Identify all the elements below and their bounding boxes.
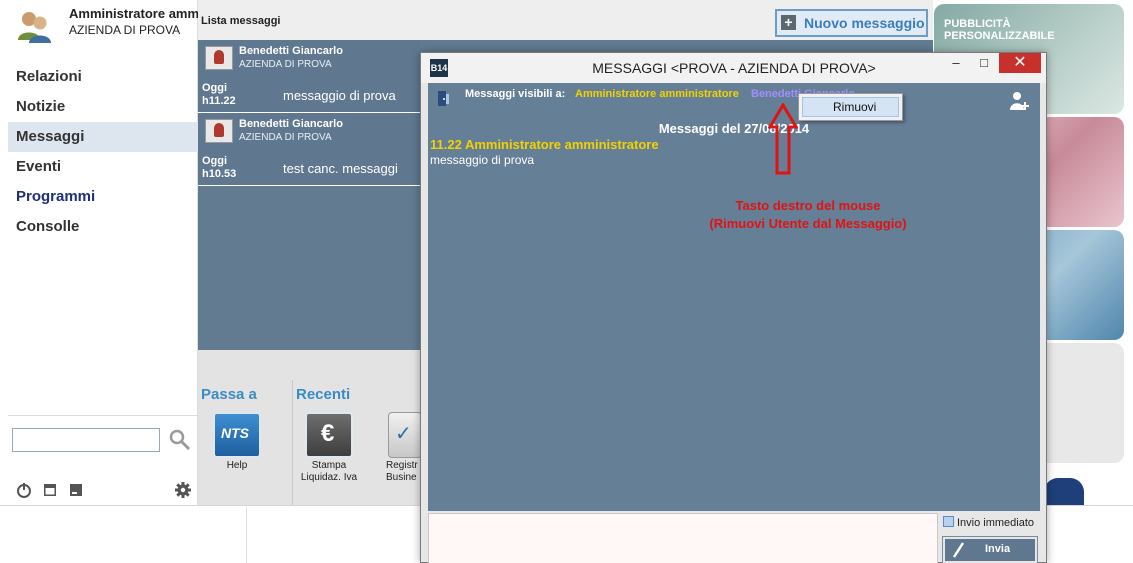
user-company: AZIENDA DI PROVA bbox=[69, 23, 181, 37]
message-text: messaggio di prova bbox=[283, 88, 396, 103]
annotation-line-1: Tasto destro del mouse bbox=[735, 198, 881, 213]
plus-icon: + bbox=[781, 15, 796, 30]
users-icon bbox=[18, 12, 51, 43]
compose-textarea[interactable] bbox=[428, 513, 938, 563]
power-icon[interactable] bbox=[16, 482, 32, 498]
gear-icon[interactable] bbox=[174, 481, 192, 499]
maximize-button[interactable]: □ bbox=[970, 53, 998, 73]
section-divider bbox=[292, 380, 293, 505]
recipients-bar: Messaggi visibili a: Amministratore ammi… bbox=[428, 83, 1040, 113]
sidebar: Amministratore amm AZIENDA DI PROVA Rela… bbox=[8, 0, 198, 505]
message-company: AZIENDA DI PROVA bbox=[239, 59, 332, 70]
immediate-send-label: Invio immediato bbox=[957, 517, 1035, 529]
annotation-note: Tasto destro del mouse (Rimuovi Utente d… bbox=[628, 197, 988, 233]
list-item[interactable]: Benedetti Giancarlo AZIENDA DI PROVA Ogg… bbox=[198, 113, 420, 186]
dialog-body: Messaggi visibili a: Amministratore ammi… bbox=[428, 83, 1040, 511]
nav-item-eventi[interactable]: Eventi bbox=[8, 152, 198, 182]
minimize-button[interactable]: – bbox=[942, 53, 970, 73]
nav-item-notizie[interactable]: Notizie bbox=[8, 92, 198, 122]
main-nav: Relazioni Notizie Messaggi Eventi Progra… bbox=[8, 62, 198, 242]
status-divider-vertical bbox=[246, 505, 247, 563]
nav-item-relazioni[interactable]: Relazioni bbox=[8, 62, 198, 92]
ad-title: PUBBLICITÀ PERSONALIZZABILE bbox=[944, 18, 1055, 42]
immediate-send-checkbox[interactable]: Invio immediato bbox=[943, 516, 1034, 529]
checkbox[interactable] bbox=[943, 516, 954, 527]
nav-item-programmi[interactable]: Programmi bbox=[8, 182, 198, 212]
list-item[interactable]: Benedetti Giancarlo AZIENDA DI PROVA Ogg… bbox=[198, 40, 420, 113]
user-block: Amministratore amm AZIENDA DI PROVA bbox=[8, 0, 198, 52]
recipients-label: Messaggi visibili a: bbox=[465, 88, 566, 100]
pen-icon bbox=[952, 542, 965, 558]
tile-label: Registr Busine bbox=[386, 460, 418, 483]
message-sender: Benedetti Giancarlo bbox=[239, 118, 343, 130]
sidebar-footer-icons bbox=[16, 482, 192, 500]
message-icon bbox=[205, 46, 233, 70]
message-time: h11.22 bbox=[202, 95, 236, 107]
dialog-titlebar[interactable]: B14 MESSAGGI <PROVA - AZIENDA DI PROVA> … bbox=[421, 53, 1046, 83]
message-sender: Benedetti Giancarlo bbox=[239, 45, 343, 57]
app-window: Amministratore amm AZIENDA DI PROVA Rela… bbox=[0, 0, 1133, 563]
search-input[interactable] bbox=[12, 428, 160, 452]
message-time: h10.53 bbox=[202, 168, 237, 180]
logo-fragment bbox=[1044, 478, 1084, 505]
list-header: Lista messaggi + Nuovo messaggio bbox=[198, 0, 933, 40]
app-icon: B14 bbox=[430, 59, 448, 77]
passa-a-title: Passa a bbox=[201, 386, 257, 403]
calendar-icon[interactable] bbox=[42, 482, 58, 498]
tile-label: Stampa Liquidaz. Iva bbox=[300, 460, 358, 483]
dialog-title: MESSAGGI <PROVA - AZIENDA DI PROVA> bbox=[592, 60, 876, 76]
tile-stampa-liquidaz-iva[interactable]: € Stampa Liquidaz. Iva bbox=[294, 412, 364, 484]
message-text: test canc. messaggi bbox=[283, 161, 398, 176]
user-name: Amministratore amm bbox=[69, 6, 198, 21]
close-button[interactable]: ✕ bbox=[999, 53, 1041, 73]
door-icon[interactable] bbox=[433, 88, 453, 108]
message-title: 11.22 Amministratore amministratore bbox=[430, 137, 659, 152]
send-label: Invia bbox=[985, 543, 1011, 555]
add-user-icon[interactable] bbox=[1008, 90, 1030, 112]
nts-icon: NTS bbox=[213, 412, 261, 458]
annotation-line-2: (Rimuovi Utente dal Messaggio) bbox=[709, 216, 907, 231]
message-icon bbox=[205, 119, 233, 143]
recipient-admin[interactable]: Amministratore amministratore bbox=[575, 88, 739, 100]
new-message-button[interactable]: + Nuovo messaggio bbox=[775, 9, 928, 37]
tile-help[interactable]: NTS Help bbox=[202, 412, 272, 472]
nav-item-consolle[interactable]: Consolle bbox=[8, 212, 198, 242]
send-button[interactable]: Invia bbox=[942, 536, 1038, 563]
context-menu-remove[interactable]: Rimuovi bbox=[802, 97, 899, 117]
day-header: Messaggi del 27/08/2014 bbox=[658, 121, 810, 136]
search-icon[interactable] bbox=[168, 428, 192, 452]
tile-label: Help bbox=[226, 460, 248, 471]
euro-icon: € bbox=[305, 412, 353, 458]
message-company: AZIENDA DI PROVA bbox=[239, 132, 332, 143]
recenti-title: Recenti bbox=[296, 386, 351, 403]
list-title: Lista messaggi bbox=[201, 15, 281, 27]
new-message-label: Nuovo messaggio bbox=[804, 15, 925, 31]
window-icon[interactable] bbox=[68, 482, 84, 498]
tile-registry[interactable]: ✓ Registr Busine bbox=[374, 412, 424, 484]
message-day: Oggi bbox=[202, 82, 228, 94]
arrow-up-icon bbox=[768, 103, 798, 175]
context-menu: Rimuovi bbox=[798, 93, 903, 121]
message-day: Oggi bbox=[202, 155, 228, 167]
nav-item-messaggi[interactable]: Messaggi bbox=[8, 122, 198, 152]
message-body: messaggio di prova bbox=[430, 153, 535, 167]
registry-icon: ✓ bbox=[388, 412, 422, 458]
messages-dialog: B14 MESSAGGI <PROVA - AZIENDA DI PROVA> … bbox=[420, 52, 1047, 563]
sidebar-divider bbox=[8, 415, 198, 416]
